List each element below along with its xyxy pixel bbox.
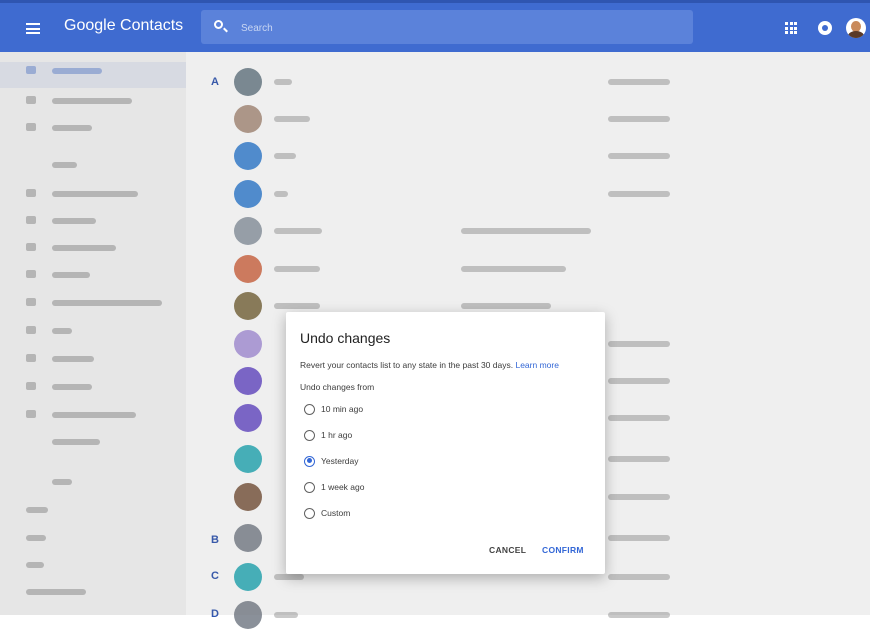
option-label: 1 hr ago: [321, 430, 353, 440]
search-icon: [214, 20, 223, 29]
radio-button[interactable]: [304, 507, 315, 519]
option-custom[interactable]: Custom: [304, 506, 350, 520]
app-title: Google Contacts: [64, 17, 184, 34]
undo-changes-dialog: Undo changes Revert your contacts list t…: [286, 312, 605, 574]
cancel-button[interactable]: CANCEL: [489, 545, 526, 555]
radio-button-selected[interactable]: [304, 455, 315, 467]
radio-button[interactable]: [304, 481, 315, 493]
dialog-description-text: Revert your contacts list to any state i…: [300, 360, 514, 370]
option-1-week-ago[interactable]: 1 week ago: [304, 480, 364, 494]
option-label: Yesterday: [321, 456, 359, 466]
dialog-subtitle: Undo changes from: [300, 382, 375, 392]
option-label: 10 min ago: [321, 404, 364, 414]
option-1-hr-ago[interactable]: 1 hr ago: [304, 428, 352, 442]
top-app-bar: Google Contacts: [0, 0, 870, 52]
option-label: Custom: [321, 508, 351, 518]
dialog-title: Undo changes: [300, 330, 391, 346]
apps-grid-icon[interactable]: [785, 22, 797, 34]
learn-more-link[interactable]: Learn more: [515, 360, 558, 370]
option-label: 1 week ago: [321, 482, 365, 492]
menu-icon[interactable]: [26, 23, 40, 34]
search-input[interactable]: [239, 18, 663, 38]
radio-button[interactable]: [304, 429, 315, 441]
radio-button[interactable]: [304, 403, 315, 415]
account-avatar[interactable]: [846, 18, 866, 38]
search-box[interactable]: [201, 10, 693, 44]
option-yesterday[interactable]: Yesterday: [304, 454, 359, 468]
confirm-button[interactable]: CONFIRM: [542, 545, 584, 555]
notifications-icon[interactable]: [818, 21, 832, 35]
dialog-description: Revert your contacts list to any state i…: [300, 360, 559, 370]
option-10-min-ago[interactable]: 10 min ago: [304, 402, 363, 416]
